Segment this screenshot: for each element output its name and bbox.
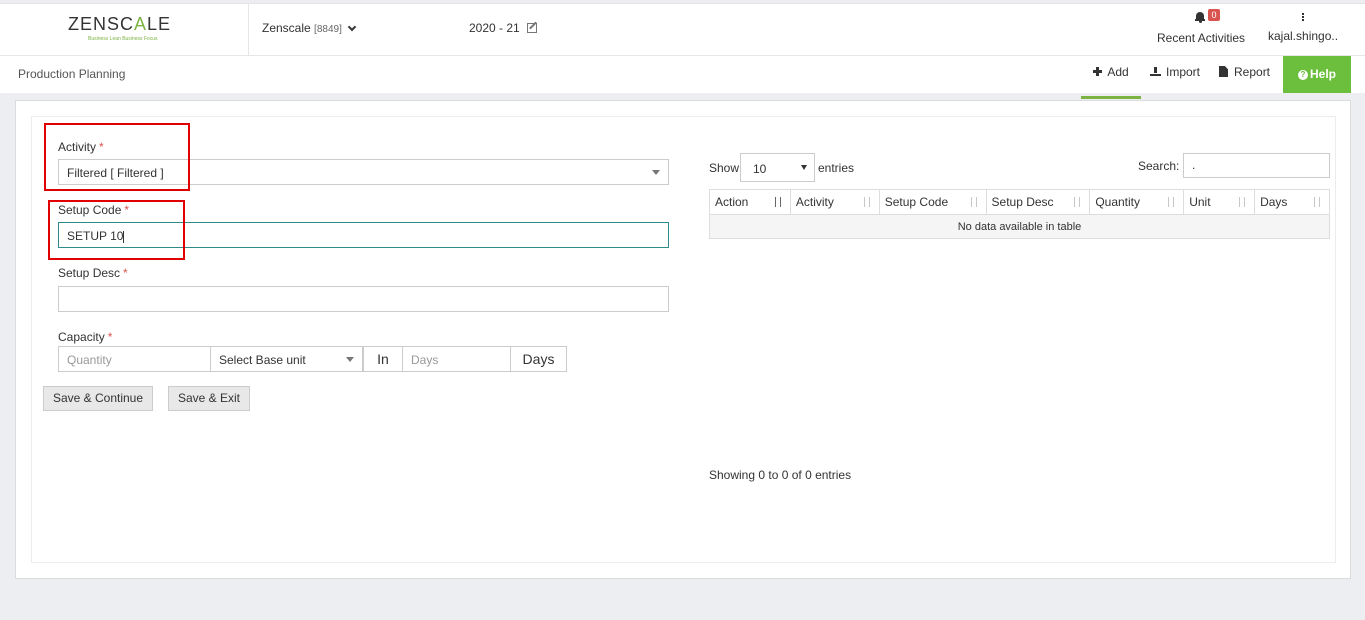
column-header-days[interactable]: Days xyxy=(1254,189,1330,215)
highlight-box-setup-code xyxy=(48,200,185,260)
base-unit-select[interactable]: Select Base unit xyxy=(210,346,363,372)
capacity-label: Capacity * xyxy=(58,330,113,344)
zenscale-logo[interactable]: ZENSCALE Business Lean Business Focus xyxy=(68,14,180,44)
column-header-action[interactable]: Action xyxy=(709,189,791,215)
column-header-quantity[interactable]: Quantity xyxy=(1089,189,1185,215)
company-code: [8849] xyxy=(314,24,342,35)
column-header-unit[interactable]: Unit xyxy=(1183,189,1256,215)
table-info: Showing 0 to 0 of 0 entries xyxy=(709,468,852,482)
caret-down-icon xyxy=(652,170,660,175)
more-vertical-icon xyxy=(1302,13,1304,21)
search-label: Search: xyxy=(1138,159,1180,173)
upload-icon xyxy=(1150,66,1161,76)
chevron-down-icon xyxy=(347,22,357,32)
quantity-input[interactable]: Quantity xyxy=(58,346,211,372)
form-panel: Activity * Filtered [ Filtered ] Setup Co… xyxy=(31,116,1336,563)
top-navbar: ZENSCALE Business Lean Business Focus Ze… xyxy=(0,3,1365,57)
help-button[interactable]: ? Help xyxy=(1283,56,1351,93)
entries-label: entries xyxy=(818,161,855,175)
page-title: Production Planning xyxy=(18,67,126,81)
required-mark: * xyxy=(123,266,128,280)
caret-down-icon xyxy=(801,165,807,170)
user-menu[interactable]: kajal.shingo.. xyxy=(1268,13,1338,43)
fiscal-year: 2020 - 21 xyxy=(469,21,520,35)
header-divider xyxy=(248,4,249,57)
required-mark: * xyxy=(107,330,113,344)
import-button[interactable]: Import xyxy=(1150,65,1200,79)
setup-desc-input[interactable] xyxy=(58,286,669,312)
data-table: Action Activity Setup Code Setup Desc Qu… xyxy=(709,189,1330,239)
page-toolbar: Production Planning Add Import Report ? H… xyxy=(0,56,1365,99)
report-button[interactable]: Report xyxy=(1219,65,1270,79)
logo-tagline: Business Lean Business Focus xyxy=(88,36,158,42)
recent-activities-label: Recent Activities xyxy=(1157,31,1246,45)
user-name: kajal.shingo.. xyxy=(1268,29,1339,43)
sort-icon xyxy=(1167,197,1177,208)
column-header-activity[interactable]: Activity xyxy=(789,189,880,215)
bell-icon xyxy=(1195,12,1205,23)
sort-icon xyxy=(970,197,980,208)
sort-icon xyxy=(1313,197,1323,208)
company-name: Zenscale xyxy=(262,21,311,35)
column-header-setup-desc[interactable]: Setup Desc xyxy=(985,189,1091,215)
question-circle-icon: ? xyxy=(1297,70,1308,80)
in-addon: In xyxy=(363,346,403,372)
save-exit-button[interactable]: Save & Exit xyxy=(168,386,250,411)
empty-table-message: No data available in table xyxy=(709,214,1330,239)
recent-activities-button[interactable]: Recent Activities xyxy=(1157,12,1246,45)
caret-down-icon xyxy=(346,357,354,362)
file-icon xyxy=(1219,66,1228,77)
edit-icon[interactable] xyxy=(527,23,538,33)
fiscal-year-selector[interactable]: 2020 - 21 xyxy=(469,21,538,35)
add-button[interactable]: Add xyxy=(1081,65,1141,99)
plus-icon xyxy=(1093,67,1103,76)
days-addon: Days xyxy=(510,346,567,372)
sort-icon xyxy=(774,197,784,208)
column-header-setup-code[interactable]: Setup Code xyxy=(878,189,987,215)
notification-badge: 0 xyxy=(1208,9,1220,21)
company-selector[interactable]: Zenscale [8849] xyxy=(262,21,357,35)
main-card: Activity * Filtered [ Filtered ] Setup Co… xyxy=(15,100,1351,579)
setup-desc-label: Setup Desc * xyxy=(58,266,128,280)
page-length-select[interactable]: 10 xyxy=(740,153,815,182)
show-label: Show xyxy=(709,161,740,175)
sort-icon xyxy=(1073,197,1083,208)
sort-icon xyxy=(1238,197,1248,208)
search-input[interactable]: . xyxy=(1183,153,1330,178)
table-row: No data available in table xyxy=(709,214,1330,239)
days-input[interactable]: Days xyxy=(402,346,511,372)
highlight-box-activity xyxy=(44,123,190,191)
save-continue-button[interactable]: Save & Continue xyxy=(43,386,153,411)
sort-icon xyxy=(863,197,873,208)
